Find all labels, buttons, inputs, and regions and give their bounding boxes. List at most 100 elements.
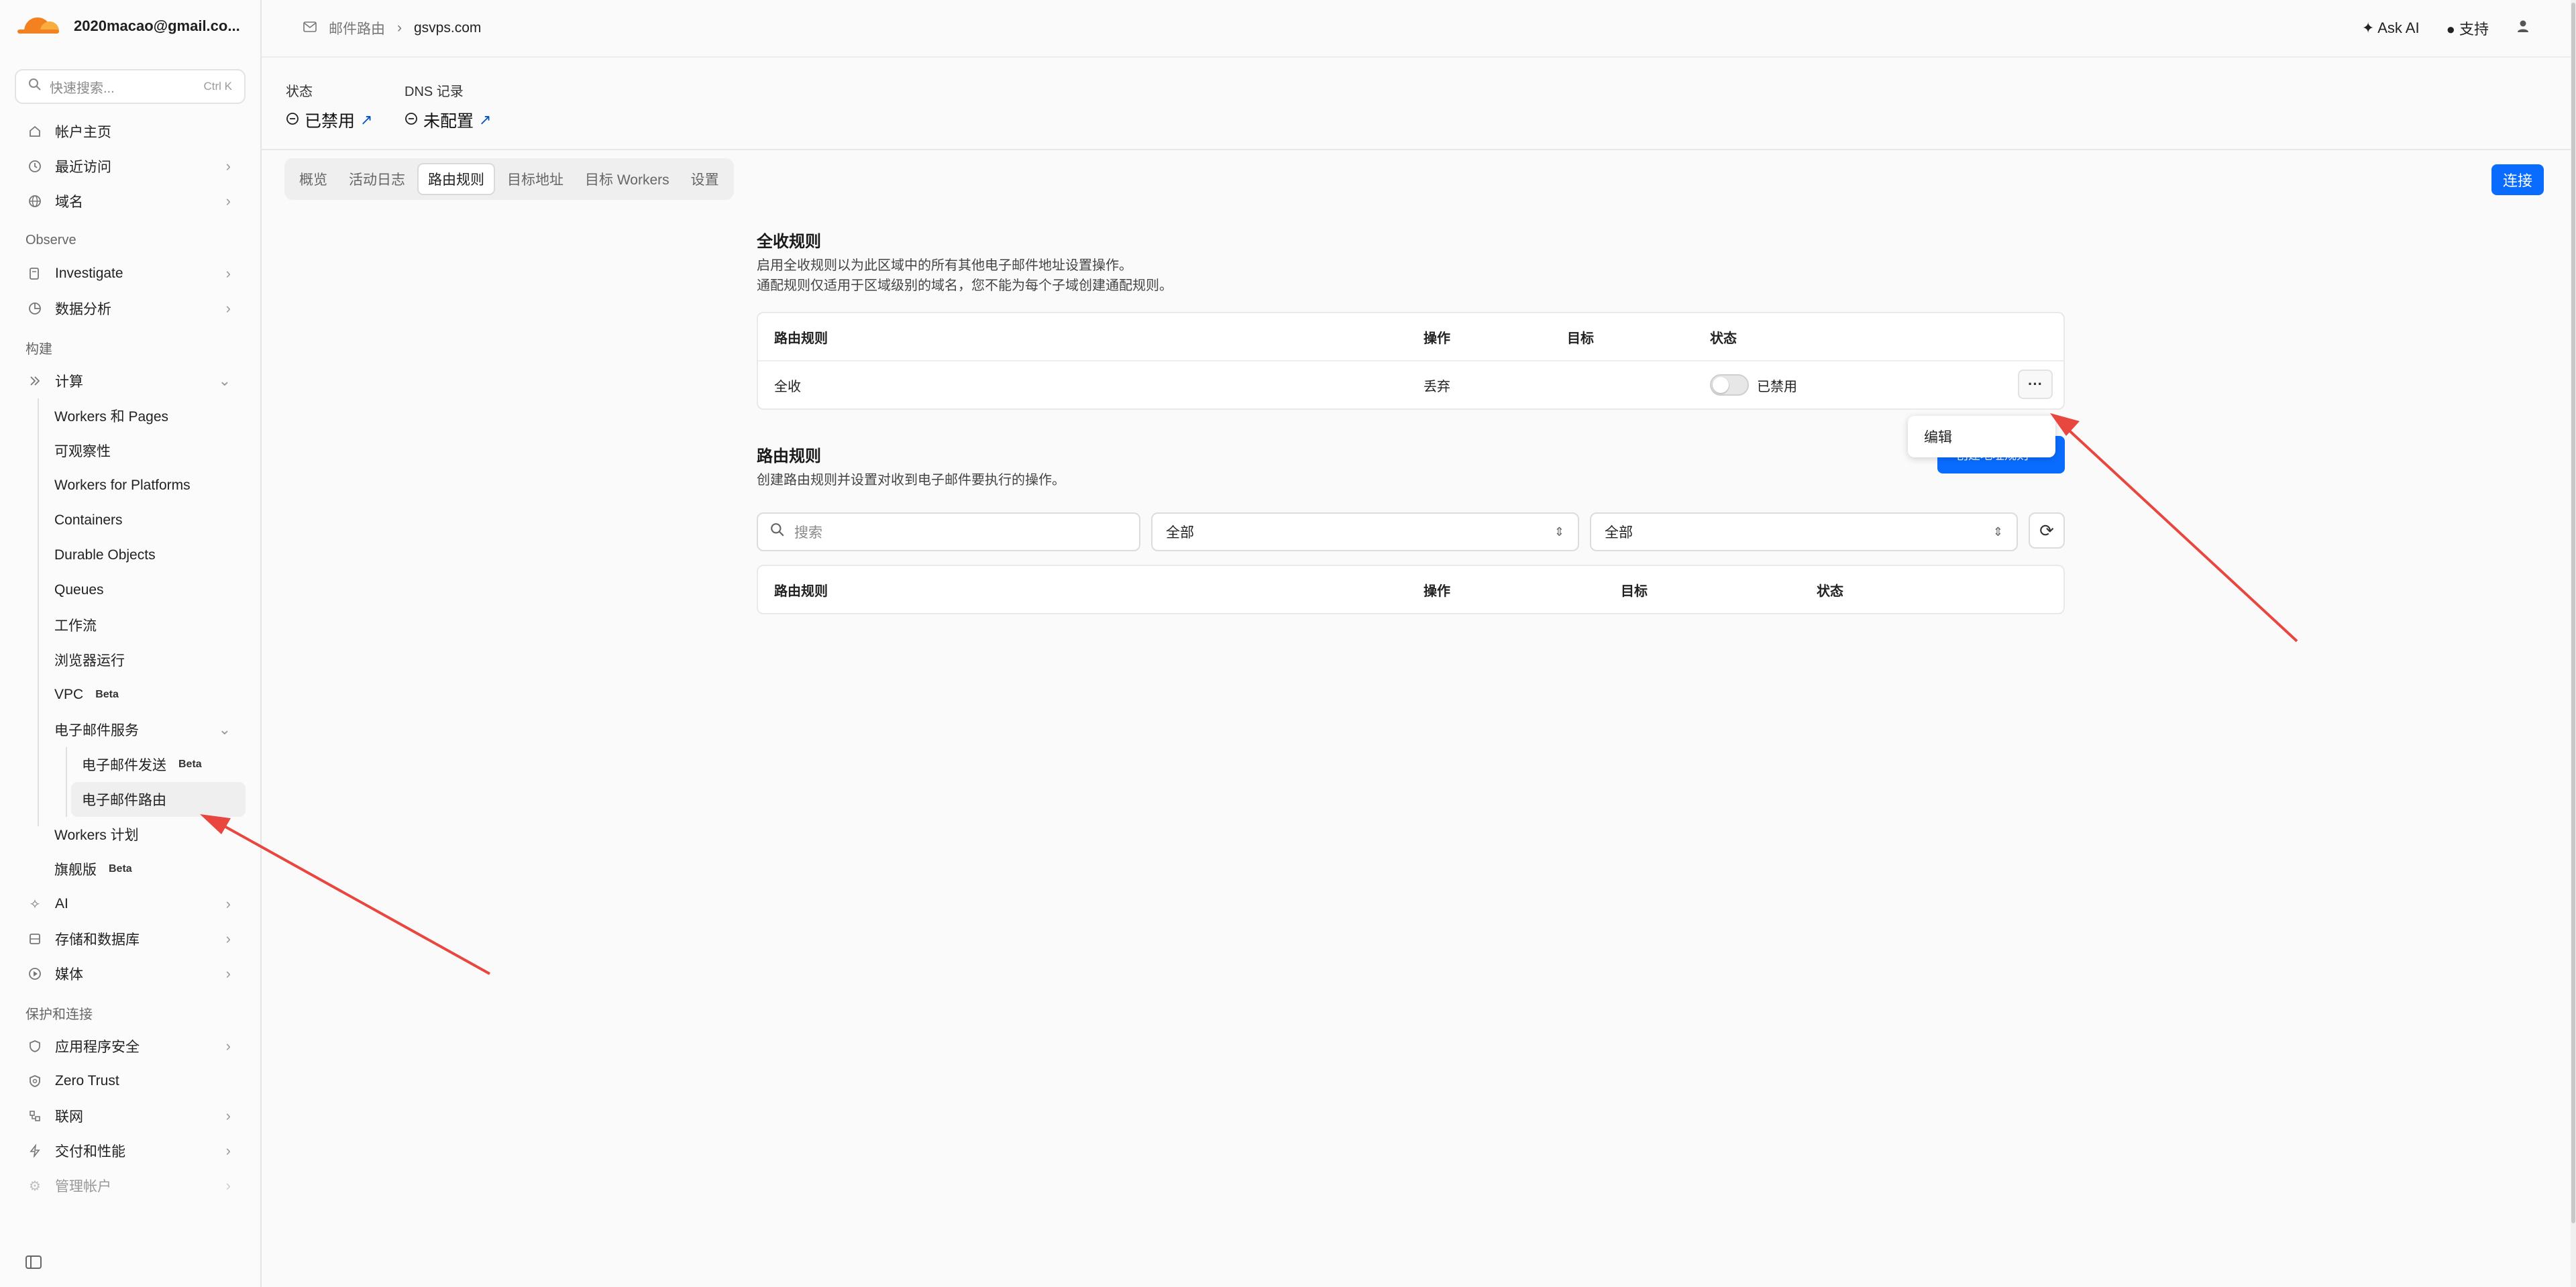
user-icon[interactable] — [2516, 19, 2530, 38]
breadcrumb: 邮件路由 › gsvps.com — [303, 18, 481, 38]
sidebar-item-account-home[interactable]: 帐户主页 — [0, 114, 260, 149]
sidebar-collapse-icon[interactable] — [25, 1255, 42, 1269]
zero-trust-icon — [27, 1073, 43, 1089]
chevron-right-icon: › — [225, 930, 231, 947]
external-link-icon[interactable]: ↗ — [360, 111, 372, 129]
rule-name: 全收 — [774, 379, 801, 394]
network-icon — [27, 1108, 43, 1124]
globe-icon — [27, 193, 43, 209]
database-icon — [27, 931, 43, 947]
sparkle-icon: ✧ — [29, 897, 41, 912]
sidebar-item-workflows[interactable]: 工作流 — [0, 608, 260, 642]
sidebar-item-email-routing[interactable]: 电子邮件路由 — [71, 782, 246, 817]
chevron-right-icon: › — [225, 158, 231, 174]
tab-settings[interactable]: 设置 — [682, 163, 729, 195]
beta-badge: Beta — [95, 689, 119, 700]
sidebar-item-investigate[interactable]: Investigate › — [0, 256, 260, 291]
beta-badge: Beta — [109, 863, 132, 875]
disabled-circle-icon — [405, 111, 418, 130]
sidebar-item-delivery[interactable]: 交付和性能 › — [0, 1133, 260, 1168]
sidebar-item-observability[interactable]: 可观察性 — [0, 433, 260, 468]
compute-submenu: Workers 和 Pages 可观察性 Workers for Platfor… — [0, 398, 260, 887]
status-filter-select[interactable]: 全部 ⇕ — [1590, 512, 2018, 551]
sidebar: 2020macao@gmail.co... 快速搜索... Ctrl K 帐户主… — [0, 0, 262, 1287]
sidebar-item-compute[interactable]: 计算 ⌄ — [0, 363, 260, 398]
ask-ai-button[interactable]: ✦ Ask AI — [2362, 19, 2420, 37]
tab-destination-workers[interactable]: 目标 Workers — [576, 163, 679, 195]
status-panel: 状态 已禁用 ↗ DNS 记录 未配置 ↗ — [262, 58, 2571, 150]
clock-icon — [27, 158, 43, 174]
sidebar-item-manage-account[interactable]: ⚙ 管理帐户 › — [0, 1168, 260, 1203]
play-circle-icon — [27, 966, 43, 982]
tab-activity-log[interactable]: 活动日志 — [339, 163, 415, 195]
sidebar-item-ai[interactable]: ✧ AI › — [0, 887, 260, 921]
sidebar-item-queues[interactable]: Queues — [0, 573, 260, 608]
tab-routing-rules[interactable]: 路由规则 — [417, 163, 495, 195]
external-link-icon[interactable]: ↗ — [479, 111, 491, 129]
sidebar-item-app-security[interactable]: 应用程序安全 › — [0, 1029, 260, 1064]
sidebar-item-zero-trust[interactable]: Zero Trust — [0, 1064, 260, 1099]
top-actions: ✦ Ask AI ● 支持 — [2362, 17, 2530, 39]
catchall-toggle[interactable] — [1710, 374, 1749, 396]
sidebar-item-email-sending[interactable]: 电子邮件发送 Beta — [0, 747, 260, 782]
sidebar-item-flagship[interactable]: 旗舰版 Beta — [0, 852, 260, 887]
search-icon — [770, 522, 785, 541]
breadcrumb-current: gsvps.com — [414, 20, 482, 36]
search-shortcut: Ctrl K — [203, 80, 233, 93]
quick-search-input[interactable]: 快速搜索... Ctrl K — [15, 69, 246, 104]
search-icon — [28, 78, 42, 95]
routing-status: 状态 已禁用 ↗ — [286, 85, 373, 131]
chevron-right-icon: › — [225, 1107, 231, 1124]
tab-overview[interactable]: 概览 — [290, 163, 337, 195]
cloudflare-logo — [17, 15, 59, 38]
edit-menu-item[interactable]: 编辑 — [1908, 416, 2055, 457]
sidebar-item-workers-platforms[interactable]: Workers for Platforms — [0, 468, 260, 503]
chevron-right-icon: › — [225, 1177, 231, 1194]
main-content: 全收规则 启用全收规则以为此区域中的所有其他电子邮件地址设置操作。 通配规则仅适… — [757, 228, 2065, 614]
sidebar-item-workers-plans[interactable]: Workers 计划 — [0, 817, 260, 852]
chevron-right-icon: › — [225, 1142, 231, 1159]
lightning-icon — [27, 1143, 43, 1159]
sidebar-item-domains[interactable]: 域名 › — [0, 184, 260, 219]
sidebar-item-workers-pages[interactable]: Workers 和 Pages — [0, 398, 260, 433]
home-icon — [27, 123, 43, 139]
page-scrollbar[interactable] — [2571, 0, 2576, 1287]
sidebar-item-media[interactable]: 媒体 › — [0, 956, 260, 991]
beta-badge: Beta — [178, 759, 202, 770]
action-filter-select[interactable]: 全部 ⇕ — [1151, 512, 1579, 551]
sidebar-item-storage[interactable]: 存储和数据库 › — [0, 921, 260, 956]
routing-filters: 搜索 全部 ⇕ 全部 ⇕ ⟳ — [757, 512, 2065, 553]
chevron-updown-icon: ⇕ — [1992, 524, 2003, 539]
table-row: 全收 丢弃 已禁用 ··· — [758, 360, 2063, 408]
routing-table: 路由规则 操作 目标 状态 — [757, 565, 2065, 614]
chevron-right-icon: › — [225, 1038, 231, 1054]
chevron-right-icon: › — [225, 300, 231, 317]
chevron-right-icon: › — [225, 192, 231, 209]
sidebar-item-recent[interactable]: 最近访问 › — [0, 149, 260, 184]
breadcrumb-parent[interactable]: 邮件路由 — [329, 18, 385, 38]
tab-destination-addresses[interactable]: 目标地址 — [498, 163, 573, 195]
section-protect: 保护和连接 — [25, 1007, 93, 1022]
sidebar-item-analytics[interactable]: 数据分析 › — [0, 291, 260, 326]
sidebar-item-network[interactable]: 联网 › — [0, 1099, 260, 1133]
gear-icon: ⚙ — [29, 1178, 41, 1194]
account-switcher[interactable]: 2020macao@gmail.co... — [17, 15, 240, 38]
chevron-right-icon: › — [225, 895, 231, 912]
sparkle-icon: ✦ — [2361, 19, 2378, 36]
rule-status: 已禁用 — [1710, 374, 1797, 396]
routing-search-input[interactable]: 搜索 — [757, 512, 1140, 551]
chevron-right-icon: › — [225, 965, 231, 982]
sidebar-item-vpc[interactable]: VPC Beta — [0, 677, 260, 712]
chevron-right-icon: › — [225, 265, 231, 282]
support-button[interactable]: ● 支持 — [2447, 17, 2489, 39]
refresh-icon[interactable]: ⟳ — [2029, 512, 2065, 549]
compute-icon — [27, 373, 43, 389]
document-search-icon — [27, 266, 43, 282]
more-actions-button[interactable]: ··· — [2018, 370, 2053, 399]
routing-description: 创建路由规则并设置对收到电子邮件要执行的操作。 — [757, 473, 1065, 488]
sidebar-item-containers[interactable]: Containers — [0, 503, 260, 538]
connect-button[interactable]: 连接 — [2491, 164, 2544, 195]
sidebar-item-browser-run[interactable]: 浏览器运行 — [0, 642, 260, 677]
sidebar-item-email-service[interactable]: 电子邮件服务 ⌄ — [0, 712, 260, 747]
sidebar-item-durable-objects[interactable]: Durable Objects — [0, 538, 260, 573]
